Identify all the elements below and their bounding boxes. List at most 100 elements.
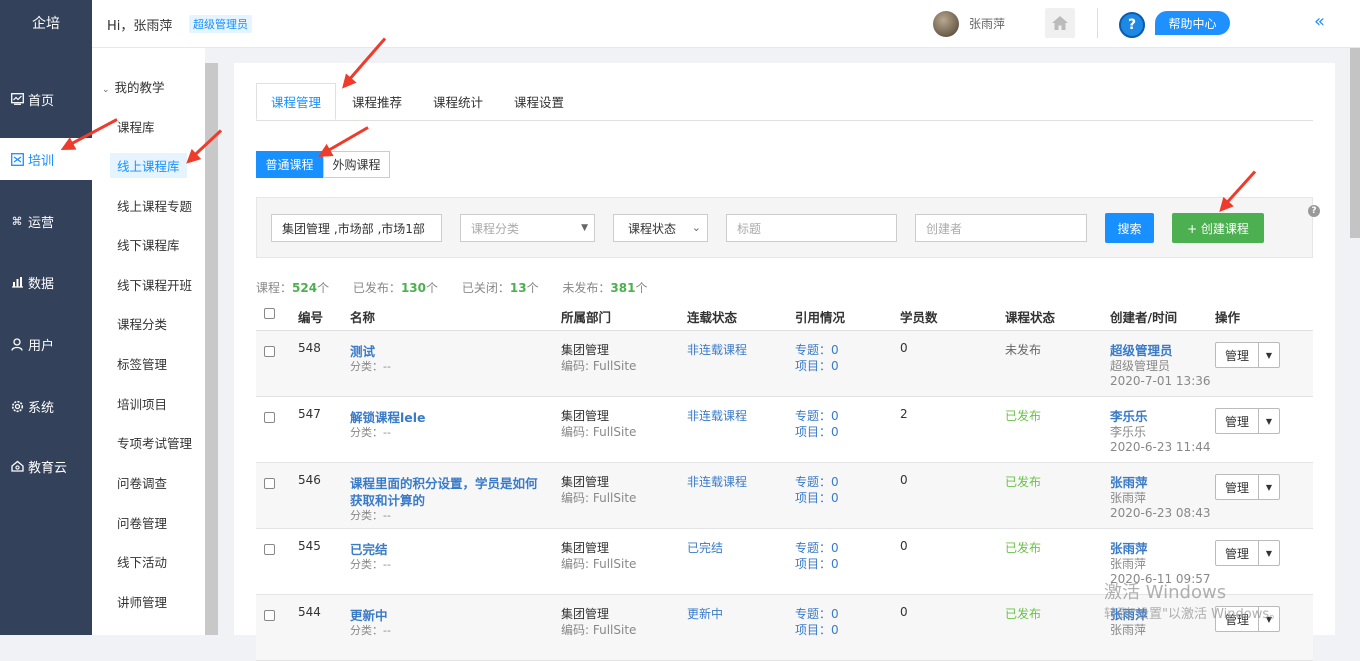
row-id: 544 — [298, 605, 321, 619]
sub-item-tags[interactable]: 标签管理 — [117, 354, 167, 373]
windows-watermark: 激活 Windows — [1104, 582, 1227, 603]
manage-button-group: 管理 ▼ — [1215, 408, 1280, 434]
row-students: 0 — [900, 473, 908, 487]
sub-item-online-topic[interactable]: 线上课程专题 — [117, 196, 192, 215]
row-dept: 集团管理 — [561, 607, 610, 621]
sub-item-lecturer[interactable]: 讲师管理 — [117, 592, 167, 611]
creator-input[interactable]: 创建者 — [915, 214, 1087, 242]
row-topic-ref[interactable]: 专题：0 — [795, 539, 839, 556]
sub-item-offline-lib[interactable]: 线下课程库 — [117, 235, 180, 254]
row-project-ref[interactable]: 项目：0 — [795, 423, 839, 440]
table-header: 编号 名称 所属部门 连载状态 引用情况 学员数 课程状态 创建者/时间 操作 — [256, 299, 1313, 331]
select-all-checkbox[interactable] — [264, 308, 275, 319]
role-badge: 超级管理员 — [189, 15, 252, 33]
category-select[interactable]: 课程分类 ▼ — [460, 214, 595, 242]
create-course-button[interactable]: + 创建课程 — [1172, 213, 1264, 243]
sub-item-offline-class[interactable]: 线下课程开班 — [117, 275, 192, 294]
nav-item-training[interactable]: 培训 — [0, 138, 92, 180]
caret-down-icon[interactable]: ▼ — [1259, 343, 1279, 367]
row-project-ref[interactable]: 项目：0 — [795, 555, 839, 572]
row-topic-ref[interactable]: 专题：0 — [795, 605, 839, 622]
col-actions: 操作 — [1215, 310, 1241, 325]
nav-item-data[interactable]: 数据 — [0, 261, 92, 303]
tab-course-settings[interactable]: 课程设置 — [499, 83, 579, 120]
sub-group-my-teaching[interactable]: ⌄ 我的教学 — [102, 77, 165, 96]
row-checkbox[interactable] — [264, 346, 275, 357]
row-status: 已发布 — [1005, 409, 1042, 423]
manage-button[interactable]: 管理 — [1216, 475, 1259, 499]
sub-item-training-project[interactable]: 培训项目 — [117, 394, 167, 413]
row-id: 546 — [298, 473, 321, 487]
tab-course-manage[interactable]: 课程管理 — [256, 83, 336, 120]
top-header: Hi，张雨萍 超级管理员 张雨萍 ? 帮助中心 « — [92, 0, 1360, 48]
manage-button[interactable]: 管理 — [1216, 343, 1259, 367]
table-row: 548 测试 分类：-- 集团管理 编码: FullSite 非连载课程 专题：0 项目：0 0… — [256, 331, 1313, 397]
tab-course-stats[interactable]: 课程统计 — [418, 83, 498, 120]
home-icon — [1052, 16, 1068, 30]
collapse-sidebar-icon[interactable]: « — [1314, 11, 1325, 32]
segment-normal-course[interactable]: 普通课程 — [256, 151, 323, 178]
chevron-down-icon: ⌄ — [102, 85, 110, 95]
nav-item-system[interactable]: 系统 — [0, 385, 92, 427]
row-id: 547 — [298, 407, 321, 421]
manage-button[interactable]: 管理 — [1216, 541, 1259, 565]
sub-item-survey-manage[interactable]: 问卷管理 — [117, 513, 167, 532]
row-topic-ref[interactable]: 专题：0 — [795, 341, 839, 358]
row-project-ref[interactable]: 项目：0 — [795, 489, 839, 506]
course-stats: 课程：524个 已发布：130个 已关闭：13个 未发布：381个 — [256, 281, 648, 295]
row-time: 2020-7-01 13:36 — [1110, 374, 1211, 388]
search-button[interactable]: 搜索 — [1105, 213, 1154, 243]
row-serial-status: 更新中 — [687, 607, 724, 621]
manage-button-group: 管理 ▼ — [1215, 540, 1280, 566]
col-creator: 创建者/时间 — [1110, 310, 1178, 325]
page-scrollbar[interactable] — [1350, 48, 1360, 238]
nav-item-operation[interactable]: ⌘ 运营 — [0, 200, 92, 242]
sub-item-category[interactable]: 课程分类 — [117, 314, 167, 333]
sub-item-exam[interactable]: 专项考试管理 — [117, 433, 192, 452]
sub-item-offline-activity[interactable]: 线下活动 — [117, 552, 167, 571]
table-row: 546 课程里面的积分设置，学员是如何 获取和计算的 分类：-- 集团管理 编码: Ful… — [256, 463, 1313, 529]
user-icon — [10, 337, 24, 351]
help-icon[interactable]: ? — [1308, 205, 1320, 217]
row-topic-ref[interactable]: 专题：0 — [795, 407, 839, 424]
username[interactable]: 张雨萍 — [969, 15, 1005, 32]
home-button[interactable] — [1045, 8, 1075, 38]
sub-item-course-lib[interactable]: 课程库 — [117, 117, 155, 136]
nav-item-user[interactable]: 用户 — [0, 323, 92, 365]
row-creator-sub: 张雨萍 — [1110, 557, 1147, 571]
row-dept: 集团管理 — [561, 343, 610, 357]
row-checkbox[interactable] — [264, 478, 275, 489]
title-input[interactable]: 标题 — [726, 214, 897, 242]
sub-item-online-course-lib[interactable]: 线上课程库 — [110, 153, 187, 178]
row-checkbox[interactable] — [264, 544, 275, 555]
command-icon: ⌘ — [11, 214, 23, 228]
caret-down-icon[interactable]: ▼ — [1259, 475, 1279, 499]
row-checkbox[interactable] — [264, 610, 275, 621]
caret-down-icon[interactable]: ▼ — [1259, 541, 1279, 565]
row-project-ref[interactable]: 项目：0 — [795, 621, 839, 638]
col-students: 学员数 — [900, 310, 938, 325]
status-select[interactable]: 课程状态 ⌄ — [613, 214, 708, 242]
help-center-button[interactable]: 帮助中心 — [1155, 11, 1230, 35]
manage-button[interactable]: 管理 — [1216, 409, 1259, 433]
nav-item-home[interactable]: 首页 — [0, 78, 92, 120]
row-project-ref[interactable]: 项目：0 — [795, 357, 839, 374]
row-code: 编码: FullSite — [561, 557, 637, 571]
col-status: 课程状态 — [1005, 310, 1056, 325]
sub-item-survey[interactable]: 问卷调查 — [117, 473, 167, 492]
col-reference: 引用情况 — [795, 310, 846, 325]
app-logo: 企培 — [32, 16, 60, 32]
filter-bar: 集团管理 ,市场部 ,市场1部 课程分类 ▼ 课程状态 ⌄ 标题 创建者 搜索 + … — [256, 197, 1320, 258]
nav-item-edu-cloud[interactable]: 教育云 — [0, 445, 92, 487]
nav-label: 教育云 — [28, 460, 68, 476]
row-code: 编码: FullSite — [561, 425, 637, 439]
tab-underline — [256, 120, 1313, 121]
avatar[interactable] — [933, 11, 959, 37]
chevron-down-icon: ▼ — [581, 223, 588, 233]
row-topic-ref[interactable]: 专题：0 — [795, 473, 839, 490]
department-select[interactable]: 集团管理 ,市场部 ,市场1部 — [271, 214, 442, 242]
help-question-icon[interactable]: ? — [1119, 12, 1145, 38]
row-checkbox[interactable] — [264, 412, 275, 423]
sidebar-scrollbar[interactable] — [205, 63, 218, 635]
caret-down-icon[interactable]: ▼ — [1259, 409, 1279, 433]
